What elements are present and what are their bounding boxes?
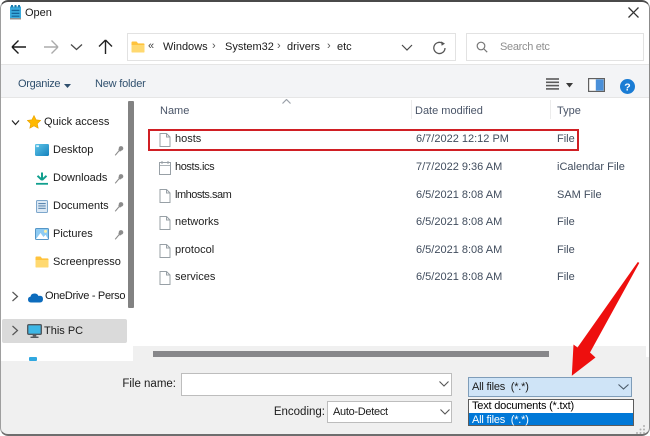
svg-text:?: ? [624,81,630,93]
